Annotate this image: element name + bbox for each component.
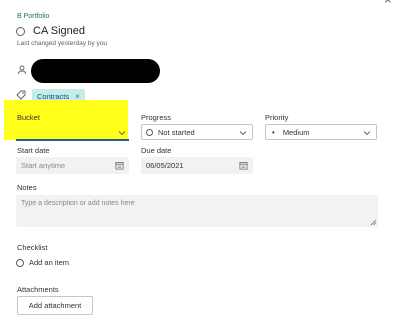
plan-name[interactable]: B Portfolio bbox=[17, 13, 49, 20]
add-attachment-button[interactable]: Add attachment bbox=[17, 296, 93, 315]
start-date-label: Start date bbox=[17, 146, 50, 155]
circle-checkbox-icon bbox=[16, 258, 24, 267]
notes-placeholder: Type a description or add notes here bbox=[21, 200, 135, 207]
person-icon[interactable] bbox=[17, 65, 27, 75]
progress-dropdown[interactable]: Not started bbox=[141, 124, 253, 140]
chevron-down-icon bbox=[239, 131, 247, 136]
priority-value: Medium bbox=[282, 127, 310, 137]
calendar-icon[interactable] bbox=[239, 161, 248, 170]
not-started-circle-icon bbox=[146, 128, 153, 136]
calendar-icon[interactable] bbox=[115, 161, 124, 170]
start-date-placeholder: Start anytime bbox=[21, 161, 66, 170]
task-title[interactable]: CA Signed bbox=[33, 25, 85, 37]
checklist-label: Checklist bbox=[17, 243, 48, 252]
due-date-label: Due date bbox=[141, 146, 172, 155]
bucket-dropdown[interactable] bbox=[16, 124, 129, 141]
due-date-field[interactable]: 06/05/2021 bbox=[141, 157, 253, 174]
priority-label: Priority bbox=[265, 113, 289, 122]
bucket-label: Bucket bbox=[17, 113, 40, 122]
start-date-field[interactable]: Start anytime bbox=[16, 157, 129, 174]
chevron-down-icon bbox=[363, 131, 371, 136]
task-title-row: CA Signed bbox=[16, 25, 85, 37]
tag-icon[interactable] bbox=[16, 90, 26, 100]
attachments-label: Attachments bbox=[17, 285, 59, 294]
priority-dropdown[interactable]: • Medium bbox=[265, 124, 377, 140]
add-item-text: Add an item bbox=[29, 258, 70, 267]
notes-textarea[interactable]: Type a description or add notes here bbox=[16, 195, 378, 227]
progress-label: Progress bbox=[141, 113, 172, 122]
chevron-down-icon bbox=[118, 131, 126, 136]
resize-handle-icon[interactable] bbox=[370, 219, 376, 225]
priority-bullet-icon: • bbox=[272, 127, 275, 137]
complete-task-checkbox[interactable] bbox=[16, 26, 25, 36]
add-checklist-item[interactable]: Add an item bbox=[16, 258, 69, 267]
notes-label: Notes bbox=[17, 183, 37, 192]
close-icon[interactable]: × bbox=[384, 0, 392, 7]
last-changed-text: Last changed yesterday by you bbox=[17, 40, 107, 47]
due-date-value: 06/05/2021 bbox=[146, 161, 184, 170]
progress-value: Not started bbox=[158, 127, 195, 137]
redacted-assignee bbox=[31, 59, 160, 83]
